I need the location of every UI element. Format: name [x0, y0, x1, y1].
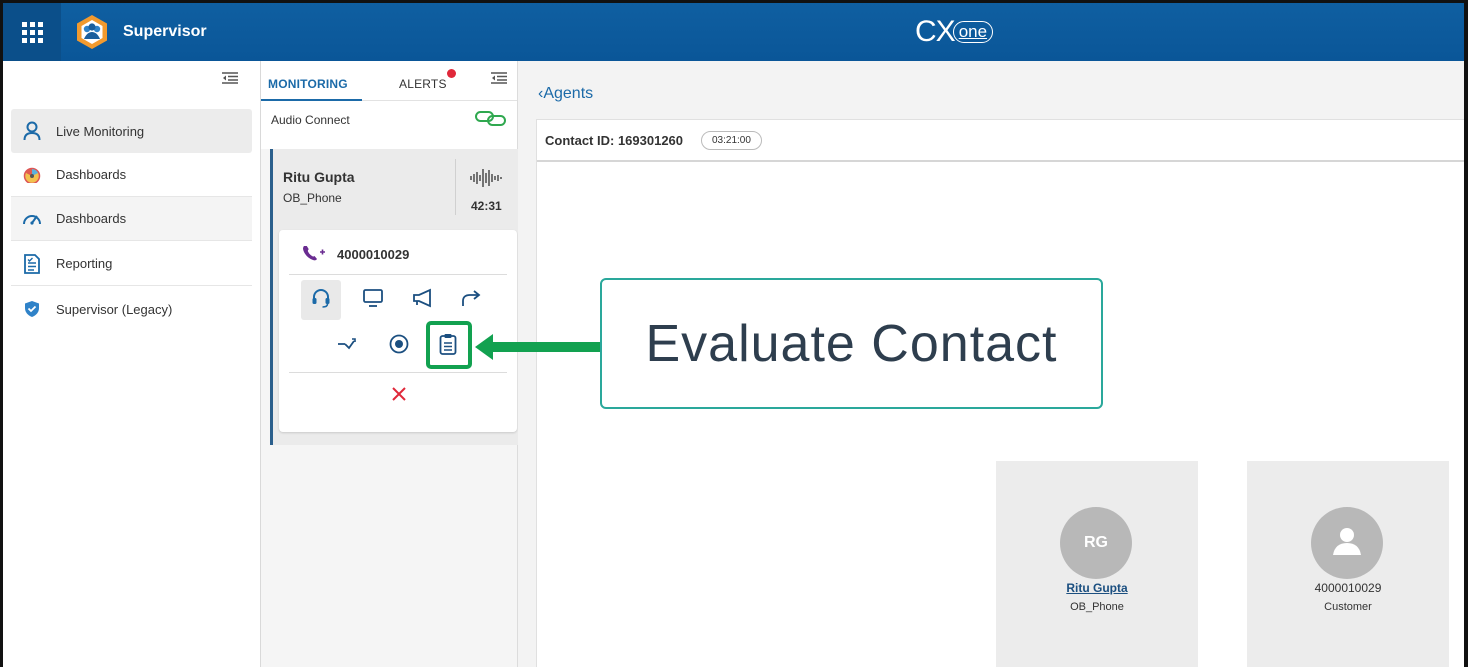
- sidebar-item-reporting[interactable]: Reporting: [11, 242, 252, 286]
- divider: [537, 160, 1464, 162]
- link-icon[interactable]: [475, 110, 507, 129]
- agent-name: Ritu Gupta: [283, 169, 355, 185]
- app-title: Supervisor: [123, 23, 207, 40]
- customer-avatar: [1311, 507, 1383, 579]
- shield-icon: [22, 299, 42, 319]
- screen-icon: [362, 288, 384, 313]
- screen-monitor-button[interactable]: [353, 280, 393, 320]
- transfer-button[interactable]: [451, 280, 491, 320]
- customer-label: Customer: [1324, 601, 1372, 613]
- tab-monitoring[interactable]: MONITORING: [268, 77, 348, 91]
- divider: [455, 159, 456, 215]
- agent-tile: RG Ritu Gupta OB_Phone: [996, 461, 1198, 667]
- customer-number: 4000010029: [1314, 581, 1382, 595]
- evaluate-contact-callout: Evaluate Contact: [600, 278, 1103, 409]
- sidebar-item-dashboards-2[interactable]: Dashboards: [11, 197, 252, 241]
- sidebar-item-supervisor-legacy[interactable]: Supervisor (Legacy): [11, 287, 252, 331]
- top-bar: Supervisor CX one: [3, 3, 1464, 61]
- end-monitoring-button[interactable]: [379, 376, 419, 416]
- cxone-logo: CX one: [915, 11, 1015, 53]
- sidebar-item-dashboards[interactable]: Dashboards: [11, 153, 252, 197]
- call-duration: 42:31: [471, 199, 502, 213]
- forward-arrow-icon: [460, 288, 482, 313]
- audio-connect-label: Audio Connect: [271, 113, 350, 127]
- contact-time-badge: 03:21:00: [701, 131, 762, 150]
- close-icon: [391, 386, 407, 407]
- sidebar-item-label: Dashboards: [56, 211, 127, 226]
- back-to-agents-link[interactable]: ‹Agents: [538, 85, 593, 103]
- app-launcher-button[interactable]: [3, 3, 61, 61]
- dashboard-gauge-color-icon: [22, 165, 42, 185]
- audio-waveform-icon: [469, 168, 505, 193]
- customer-tile: 4000010029 Customer: [1247, 461, 1449, 667]
- sidebar-item-label: Supervisor (Legacy): [56, 301, 173, 317]
- grid-icon: [21, 21, 43, 43]
- divider: [289, 372, 507, 373]
- tab-alerts[interactable]: ALERTS: [399, 77, 447, 91]
- take-over-icon: [336, 336, 358, 357]
- avatar: RG: [1060, 507, 1132, 579]
- monitoring-panel: MONITORING ALERTS Audio Connect Ritu Gup…: [261, 61, 518, 667]
- report-document-icon: [22, 253, 42, 274]
- supervisor-logo-icon: [75, 14, 109, 50]
- speedometer-icon: [22, 209, 42, 229]
- megaphone-icon: [411, 288, 435, 313]
- barge-button[interactable]: [403, 280, 443, 320]
- audio-connect-row: Audio Connect: [261, 101, 517, 149]
- sidebar-item-live-monitoring[interactable]: Live Monitoring: [11, 109, 252, 153]
- headset-icon: [310, 287, 332, 314]
- take-over-button[interactable]: [327, 326, 367, 366]
- contact-phone-number: 4000010029: [337, 247, 410, 262]
- agent-card[interactable]: Ritu Gupta OB_Phone 42:31 4000010029: [270, 149, 518, 445]
- contact-id-label: Contact ID: 169301260: [545, 133, 684, 148]
- outbound-call-icon: [301, 244, 327, 267]
- monitor-button[interactable]: [301, 280, 341, 320]
- record-icon: [388, 333, 410, 360]
- agent-skill: OB_Phone: [283, 191, 342, 205]
- sidebar-item-label: Dashboards: [56, 167, 127, 182]
- sidebar-item-label: Live Monitoring: [56, 123, 145, 139]
- collapse-panel-icon[interactable]: [490, 71, 508, 89]
- back-link-label: Agents: [543, 85, 594, 102]
- collapse-sidebar-icon[interactable]: [221, 71, 239, 89]
- divider: [289, 274, 507, 275]
- record-button[interactable]: [379, 326, 419, 366]
- monitoring-tabs: MONITORING ALERTS: [261, 61, 517, 101]
- sidebar-item-label: Reporting: [56, 256, 113, 271]
- callout-arrow: [475, 334, 601, 360]
- evaluate-button-highlight: [426, 321, 472, 369]
- app-window: Supervisor CX one Live Monitoring Dashbo…: [0, 0, 1468, 667]
- person-outline-icon: [22, 121, 42, 141]
- agent-skill: OB_Phone: [1070, 601, 1124, 613]
- person-silhouette-icon: [1327, 521, 1367, 566]
- left-sidebar: Live Monitoring Dashboards Dashboards Re…: [3, 61, 261, 667]
- agent-name-link[interactable]: Ritu Gupta: [996, 581, 1198, 595]
- alert-badge: [447, 69, 456, 78]
